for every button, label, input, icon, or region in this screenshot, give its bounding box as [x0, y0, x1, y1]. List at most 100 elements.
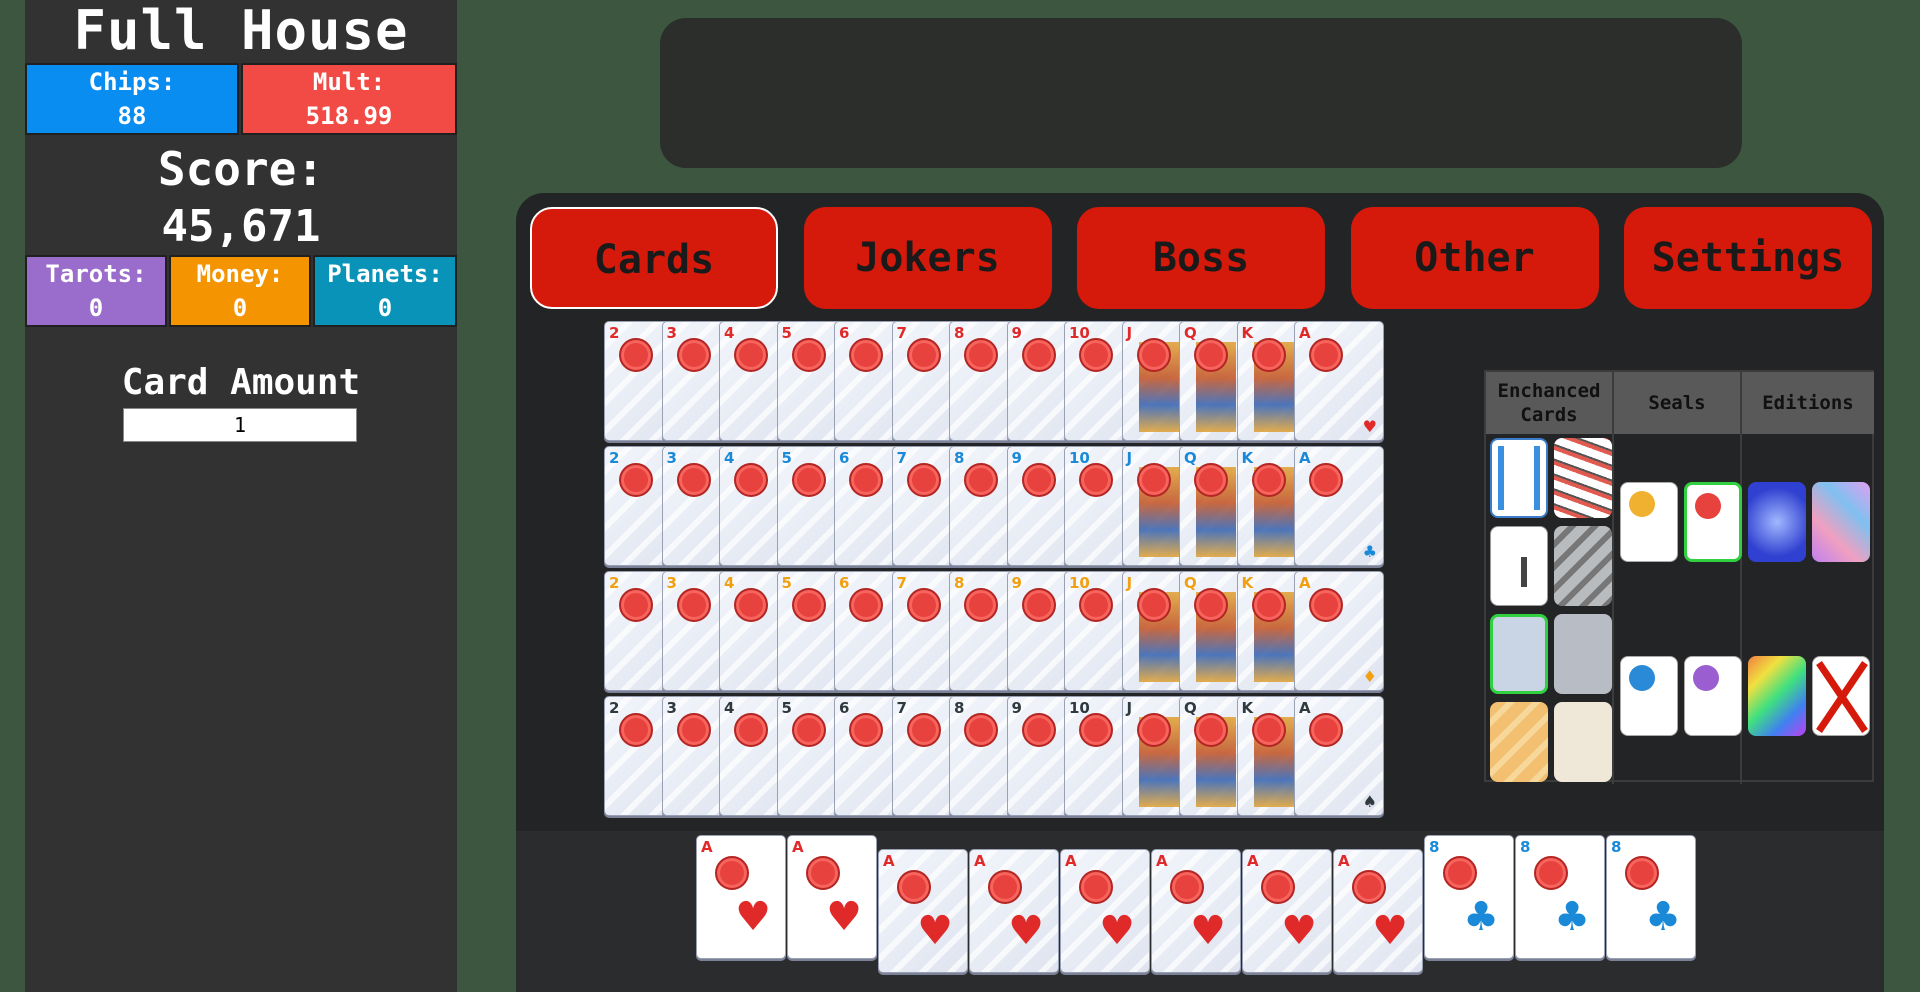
red-seal-icon — [1079, 870, 1113, 904]
suit-icon: ♣ — [1645, 894, 1681, 940]
planets-box: Planets: 0 — [313, 255, 457, 327]
tab-other[interactable]: Other — [1350, 207, 1599, 309]
mult-label: Mult: — [312, 68, 386, 96]
card-amount-label: Card Amount — [121, 362, 361, 403]
card-rank: 5 — [781, 574, 792, 592]
tarots-box: Tarots: 0 — [25, 255, 167, 327]
glass-enhancement[interactable] — [1490, 614, 1548, 694]
red-seal-icon — [1021, 463, 1056, 497]
card-amount-input[interactable] — [123, 408, 357, 442]
suit-icon: ♥ — [1362, 417, 1377, 436]
red-seal-icon — [849, 713, 883, 747]
card-rank: J — [1126, 699, 1133, 717]
suit-icon: ♥ — [1008, 908, 1044, 954]
foil-edition[interactable] — [1748, 482, 1806, 562]
red-seal-icon — [1261, 870, 1295, 904]
tab-jokers[interactable]: Jokers — [803, 207, 1052, 309]
tab-settings[interactable]: Settings — [1624, 207, 1872, 309]
card-rank: A — [883, 852, 895, 870]
wild-enhancement[interactable] — [1490, 526, 1548, 606]
card-rank: A — [1338, 852, 1350, 870]
card-rank: 8 — [1429, 838, 1440, 856]
seals-header: Seals — [1614, 372, 1742, 434]
sidebar: Full House Chips: 88 Mult: 518.99 Score:… — [25, 0, 457, 992]
tab-cards[interactable]: Cards — [530, 207, 778, 309]
red-seal-icon — [1136, 713, 1171, 747]
card-a-clubs[interactable]: A ♣ — [1294, 446, 1384, 566]
red-seal-icon — [791, 588, 826, 622]
blue-seal[interactable] — [1620, 656, 1678, 736]
card-rank: Q — [1184, 449, 1197, 467]
red-seal-icon — [676, 463, 711, 497]
card-rank: 3 — [666, 574, 677, 592]
card-rank: K — [1241, 699, 1254, 717]
card-rank: 8 — [954, 699, 965, 717]
stone-enhancement[interactable] — [1554, 614, 1612, 694]
card-a-diamonds[interactable]: A ♦ — [1294, 571, 1384, 691]
card-rank: A — [1247, 852, 1259, 870]
red-seal-icon — [734, 713, 768, 747]
polychrome-edition[interactable] — [1748, 656, 1806, 736]
hand-card[interactable]: 8 ♣ — [1606, 835, 1696, 959]
bonus-enhancement[interactable] — [1490, 438, 1548, 518]
hand-card[interactable]: A ♥ — [787, 835, 877, 959]
hand-card[interactable]: A ♥ — [1242, 849, 1332, 973]
red-seal-icon — [1194, 338, 1228, 372]
card-rank: 3 — [666, 449, 677, 467]
money-box: Money: 0 — [169, 255, 311, 327]
card-rank: 4 — [724, 324, 735, 342]
card-rank: K — [1241, 324, 1254, 342]
hand-card[interactable]: A ♥ — [1151, 849, 1241, 973]
card-rank: J — [1126, 574, 1133, 592]
suit-icon: ♦ — [1362, 667, 1377, 686]
red-seal-icon — [1251, 338, 1286, 372]
red-seal-icon — [715, 856, 749, 890]
card-rank: 4 — [724, 699, 735, 717]
planets-value: 0 — [377, 294, 393, 322]
red-seal-icon — [791, 713, 826, 747]
card-rank: K — [1241, 574, 1254, 592]
card-rank: 8 — [954, 574, 965, 592]
red-seal-icon — [1534, 856, 1568, 890]
mult-enhancement[interactable] — [1554, 438, 1612, 518]
card-rank: 6 — [839, 449, 850, 467]
card-a-hearts[interactable]: A ♥ — [1294, 321, 1384, 441]
card-rank: 9 — [1011, 574, 1022, 592]
red-seal-icon — [791, 463, 826, 497]
chips-value: 88 — [117, 102, 147, 130]
red-seal-icon — [1194, 588, 1228, 622]
red-seal-icon — [849, 463, 883, 497]
card-a-spades[interactable]: A ♠ — [1294, 696, 1384, 816]
editor-panel: CardsJokersBossOtherSettings 2 ♥ 3 ♥ 4 ♥ 5 ♥ 6 ♥ 7… — [516, 193, 1884, 992]
money-label: Money: — [196, 260, 284, 288]
tab-boss[interactable]: Boss — [1077, 207, 1325, 309]
score-label: Score: — [157, 142, 325, 196]
hand-card[interactable]: A ♥ — [969, 849, 1059, 973]
red-seal-icon — [1251, 463, 1286, 497]
purple-seal[interactable] — [1684, 656, 1742, 736]
red-seal-icon — [964, 588, 998, 622]
card-rank: 8 — [1611, 838, 1622, 856]
hand-card[interactable]: A ♥ — [1333, 849, 1423, 973]
hand-card[interactable]: A ♥ — [696, 835, 786, 959]
red-seal-icon — [676, 588, 711, 622]
gold-enhancement[interactable] — [1490, 702, 1548, 782]
steel-enhancement[interactable] — [1554, 526, 1612, 606]
red-seal-icon — [906, 713, 941, 747]
remove-edition[interactable] — [1812, 656, 1870, 736]
holographic-edition[interactable] — [1812, 482, 1870, 562]
red-seal-icon — [1136, 463, 1171, 497]
hand-card[interactable]: 8 ♣ — [1424, 835, 1514, 959]
red-seal-icon — [734, 588, 768, 622]
red-seal[interactable] — [1684, 482, 1742, 562]
hand-card[interactable]: A ♥ — [878, 849, 968, 973]
gold-seal[interactable] — [1620, 482, 1678, 562]
card-rank: A — [1299, 449, 1311, 467]
lucky-enhancement[interactable] — [1554, 702, 1612, 782]
red-seal-icon — [1079, 463, 1113, 497]
red-seal-icon — [1443, 856, 1477, 890]
card-rank: Q — [1184, 324, 1197, 342]
red-seal-icon — [1079, 588, 1113, 622]
hand-card[interactable]: 8 ♣ — [1515, 835, 1605, 959]
hand-card[interactable]: A ♥ — [1060, 849, 1150, 973]
